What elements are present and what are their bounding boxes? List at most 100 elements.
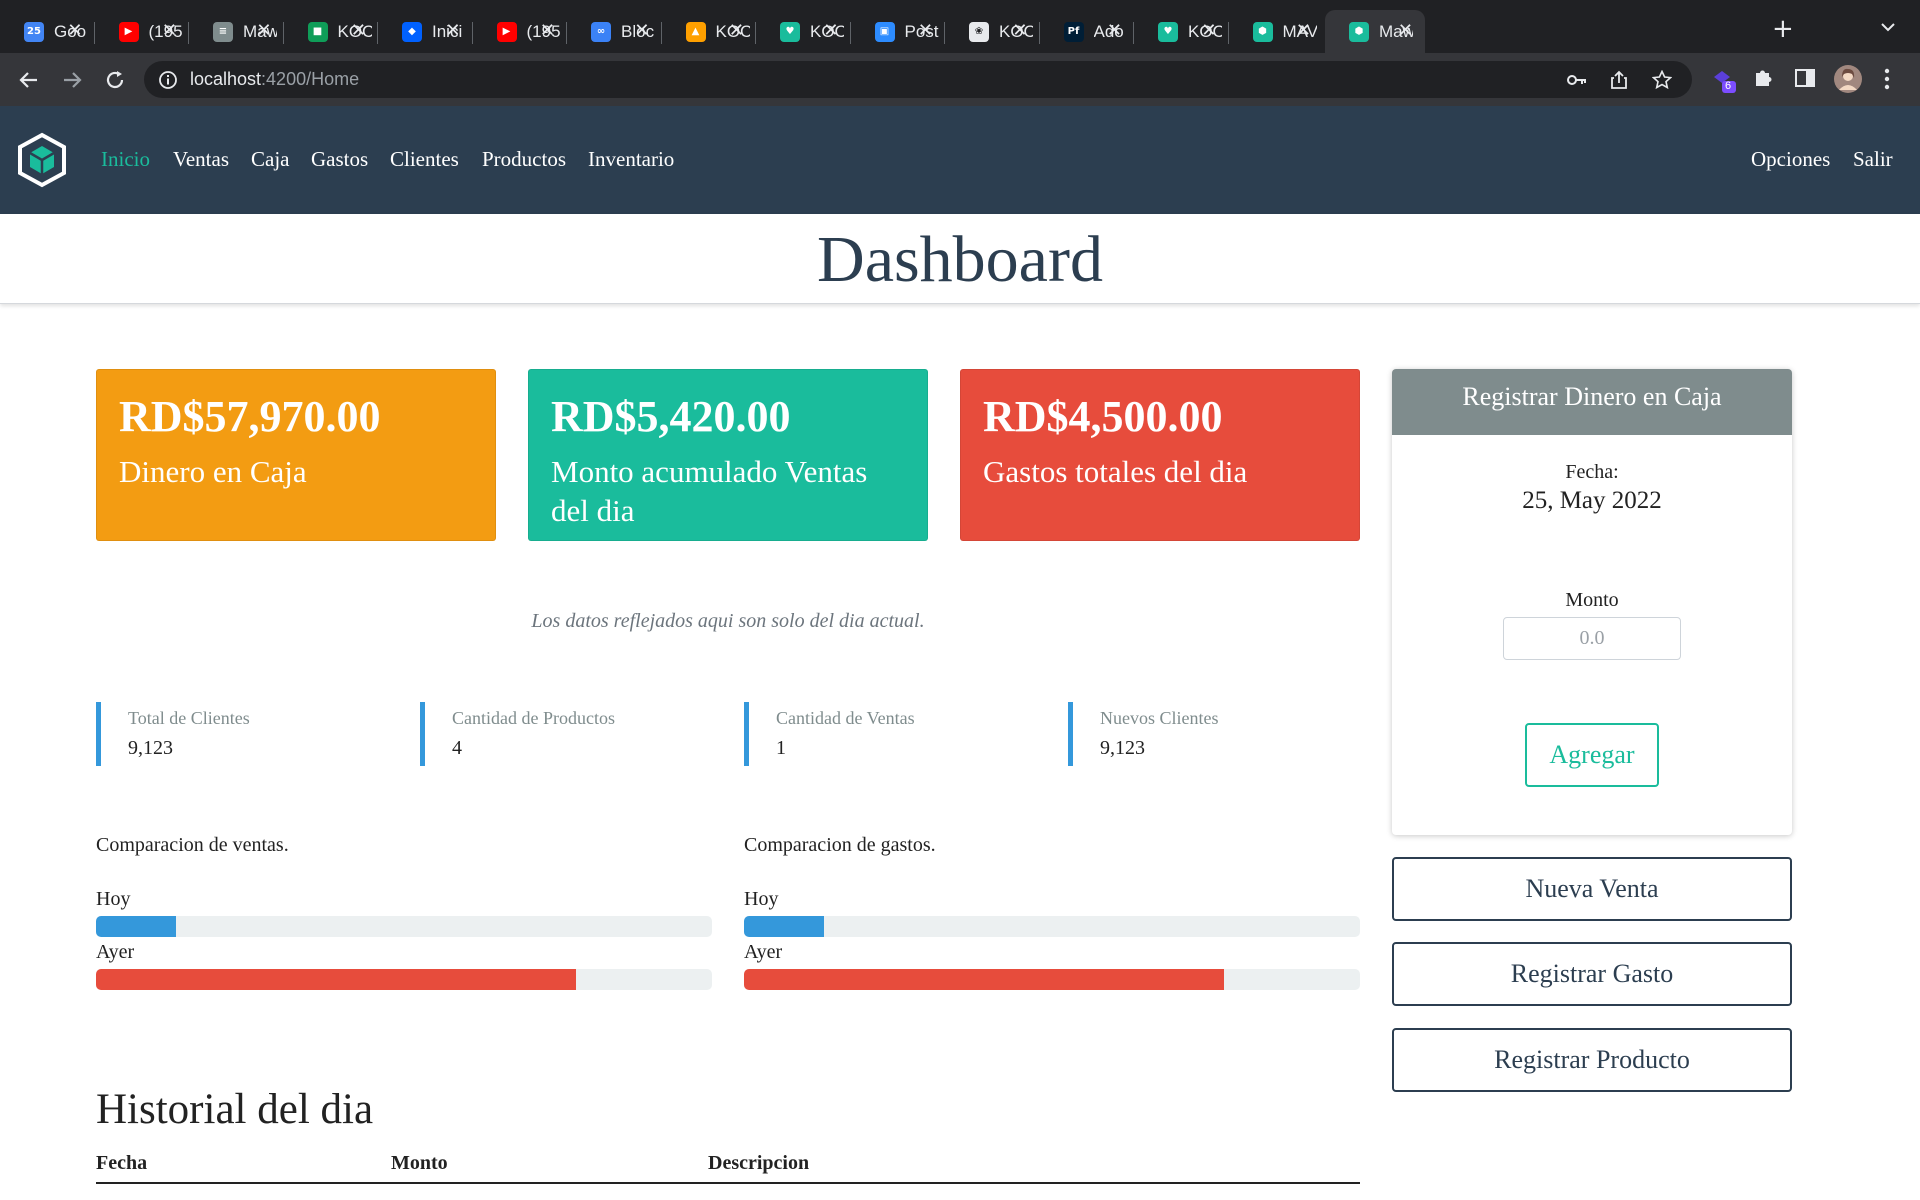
card-dinero-en-caja: RD$57,970.00 Dinero en Caja	[96, 369, 496, 541]
browser-tab[interactable]: ▶ (195 ✕	[473, 10, 567, 53]
nav-salir[interactable]: Salir	[1853, 147, 1893, 172]
close-tab-icon[interactable]: ✕	[823, 19, 838, 43]
metric-cantidad-ventas: Cantidad de Ventas 1	[744, 702, 915, 766]
metric-value: 1	[776, 737, 786, 759]
progress-ventas-hoy	[96, 916, 712, 937]
browser-tab[interactable]: ⬢ MAV ✕	[1229, 10, 1324, 53]
metric-value: 9,123	[1100, 737, 1145, 759]
close-tab-icon[interactable]: ✕	[351, 19, 366, 43]
metric-cantidad-productos: Cantidad de Productos 4	[420, 702, 615, 766]
browser-tab[interactable]: ∞ Bloc ✕	[567, 10, 662, 53]
column-header-monto: Monto	[391, 1152, 448, 1174]
monto-input[interactable]	[1503, 617, 1681, 660]
share-icon[interactable]	[1609, 70, 1629, 95]
app-icon: ≡	[213, 21, 233, 42]
nav-caja[interactable]: Caja	[251, 147, 289, 172]
history-title: Historial del dia	[96, 1086, 374, 1133]
card-amount: RD$57,970.00	[119, 392, 381, 441]
metric-label: Total de Clientes	[128, 708, 250, 728]
key-icon[interactable]	[1566, 70, 1588, 95]
close-tab-icon[interactable]: ✕	[1296, 19, 1311, 43]
nav-ventas[interactable]: Ventas	[173, 147, 229, 172]
close-tab-icon[interactable]: ✕	[445, 19, 460, 43]
browser-tab[interactable]: ▲ KOC ✕	[662, 10, 756, 53]
browser-tab[interactable]: ◆ Inici ✕	[378, 10, 473, 53]
close-tab-icon[interactable]: ✕	[256, 19, 271, 43]
close-tab-icon[interactable]: ✕	[67, 19, 82, 43]
bar-label-hoy: Hoy	[96, 888, 131, 910]
url-text: localhost:4200/Home	[190, 69, 359, 90]
calendar-icon: 25	[24, 21, 44, 42]
browser-tab[interactable]: ■ KOC ✕	[284, 10, 378, 53]
browser-tab[interactable]: ❀ KOC ✕	[945, 10, 1040, 53]
dashboard-header: Dashboard	[0, 214, 1920, 304]
new-tab-icon[interactable]: +	[1772, 16, 1794, 42]
page-title: Dashboard	[817, 223, 1103, 296]
close-tab-icon[interactable]: ✕	[1107, 19, 1122, 43]
progress-ventas-ayer	[96, 969, 712, 990]
nav-inventario[interactable]: Inventario	[588, 147, 674, 172]
side-panel-icon[interactable]	[1794, 67, 1816, 94]
close-tab-icon[interactable]: ✕	[918, 19, 933, 43]
url-path: :4200/Home	[261, 69, 360, 89]
app-logo-icon[interactable]	[16, 132, 68, 193]
nav-inicio[interactable]: Inicio	[101, 147, 150, 172]
card-label: Dinero en Caja	[119, 454, 307, 489]
fecha-value: 25, May 2022	[1522, 487, 1662, 514]
bookmark-star-icon[interactable]	[1651, 69, 1673, 95]
browser-tab[interactable]: ♥ KOC ✕	[756, 10, 851, 53]
firebase-icon: ▲	[685, 21, 706, 42]
card-label: Monto acumulado Ventas del dia	[551, 454, 868, 528]
browser-tab[interactable]: ♥ KOC ✕	[1134, 10, 1229, 53]
close-tab-icon[interactable]: ✕	[729, 19, 744, 43]
registrar-gasto-button[interactable]: Registrar Gasto	[1392, 942, 1792, 1006]
profile-avatar-icon[interactable]	[1834, 65, 1862, 98]
back-icon[interactable]	[16, 67, 42, 93]
column-header-fecha: Fecha	[96, 1152, 148, 1174]
puzzle-icon[interactable]	[1752, 67, 1774, 94]
card-label: Gastos totales del dia	[983, 454, 1248, 489]
close-tab-icon[interactable]: ✕	[1201, 19, 1216, 43]
youtube-icon: ▶	[496, 21, 517, 42]
card-gastos-del-dia: RD$4,500.00 Gastos totales del dia	[960, 369, 1360, 541]
browser-tab-bar: 25 Goo ✕ ▶ (195 ✕ ≡ Maw ✕ ■ KOC ✕ ◆ Inici ✕ ▶ (195 ✕ ∞ Bloc…	[0, 0, 1920, 53]
registrar-producto-button[interactable]: Registrar Producto	[1392, 1028, 1792, 1092]
forward-icon[interactable]	[59, 67, 85, 93]
nueva-venta-button[interactable]: Nueva Venta	[1392, 857, 1792, 921]
close-tab-icon[interactable]: ✕	[1012, 19, 1027, 43]
browser-tab[interactable]: Pf Ado ✕	[1040, 10, 1134, 53]
progress-fill	[96, 916, 177, 937]
heart-icon: ♥	[780, 21, 800, 42]
comparison-ventas-title: Comparacion de ventas.	[96, 834, 289, 856]
agregar-button[interactable]: Agregar	[1525, 723, 1659, 787]
browser-tab[interactable]: 25 Goo ✕	[0, 10, 95, 53]
tab-search-icon[interactable]	[1880, 20, 1896, 38]
browser-tab[interactable]: ⬢ Maw ✕	[1325, 10, 1425, 53]
close-tab-icon[interactable]: ✕	[634, 19, 649, 43]
comparison-gastos-title: Comparacion de gastos.	[744, 834, 936, 856]
close-tab-icon[interactable]: ✕	[540, 19, 555, 43]
close-tab-icon[interactable]: ✕	[1398, 19, 1413, 43]
browser-tab[interactable]: ▣ Post ✕	[851, 10, 945, 53]
nav-gastos[interactable]: Gastos	[311, 147, 368, 172]
progress-gastos-hoy	[744, 916, 1360, 937]
progress-fill	[744, 916, 825, 937]
address-bar[interactable]: localhost:4200/Home	[144, 61, 1692, 98]
browser-tab[interactable]: ≡ Maw ✕	[189, 10, 284, 53]
progress-fill	[96, 969, 577, 990]
site-info-icon[interactable]	[158, 70, 178, 95]
bar-label-ayer: Ayer	[96, 941, 135, 963]
close-tab-icon[interactable]: ✕	[162, 19, 177, 43]
metric-total-clientes: Total de Clientes 9,123	[96, 702, 250, 766]
extension-icon[interactable]: 6	[1710, 67, 1738, 100]
pf-icon: Pf	[1063, 21, 1084, 42]
browser-menu-icon[interactable]	[1884, 68, 1890, 95]
progress-fill	[744, 969, 1225, 990]
metric-label: Nuevos Clientes	[1100, 708, 1219, 728]
extension-badge: 6	[1725, 80, 1732, 92]
reload-icon[interactable]	[102, 67, 128, 93]
nav-opciones[interactable]: Opciones	[1751, 147, 1830, 172]
nav-clientes[interactable]: Clientes	[390, 147, 459, 172]
browser-tab[interactable]: ▶ (195 ✕	[95, 10, 189, 53]
nav-productos[interactable]: Productos	[482, 147, 566, 172]
